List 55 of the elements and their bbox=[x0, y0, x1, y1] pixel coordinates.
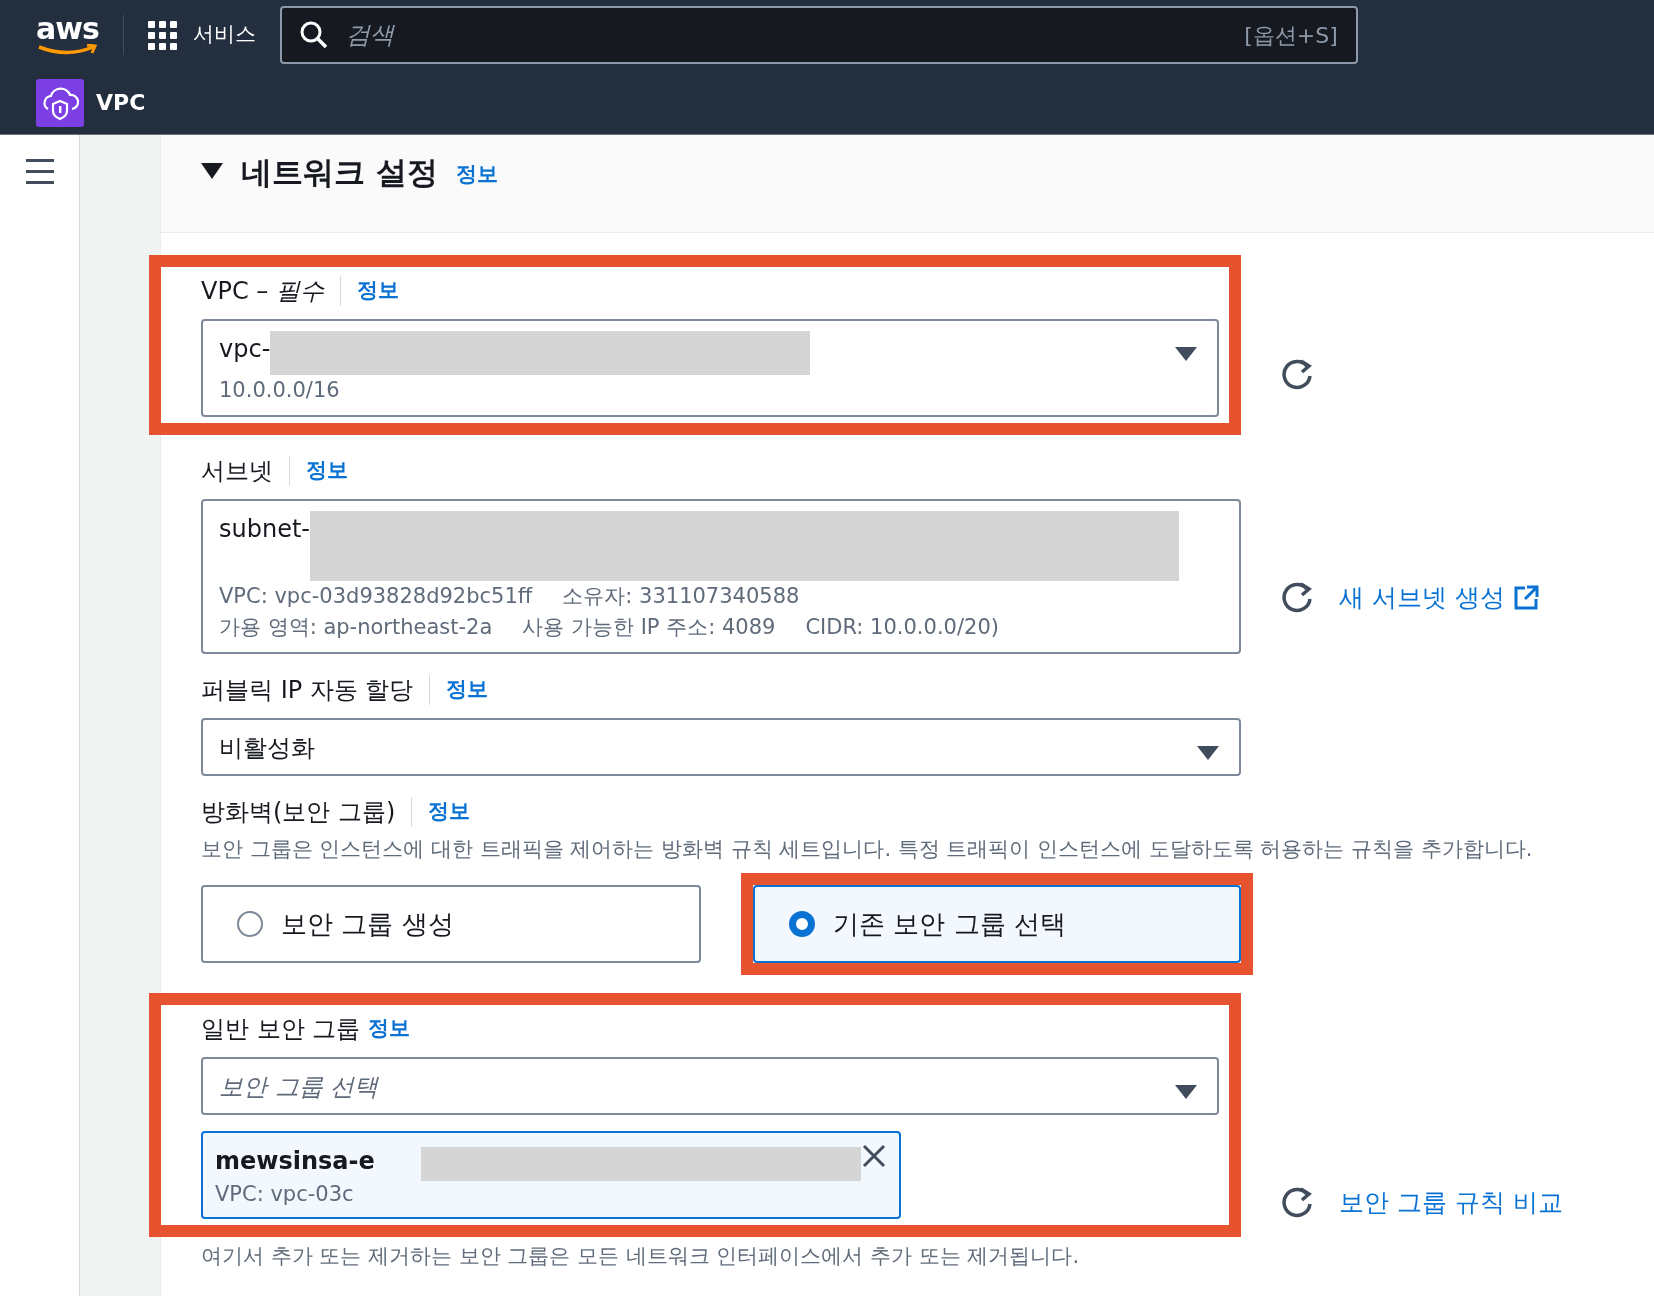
refresh-icon[interactable] bbox=[1281, 357, 1315, 392]
token-detail: VPC: vpc-03c bbox=[215, 1181, 355, 1208]
close-icon[interactable] bbox=[861, 1143, 887, 1169]
radio-button[interactable] bbox=[789, 911, 815, 937]
caret-icon bbox=[1175, 1085, 1197, 1099]
option-detail: 사용 가능한 IP 주소: 4089 bbox=[522, 614, 776, 641]
select-field[interactable]: vpc- 10.0.0.0/16 bbox=[201, 319, 1219, 417]
field-label: 서브넷 bbox=[201, 455, 273, 487]
select-field[interactable]: 보안 그룹 선택 bbox=[201, 1057, 1219, 1115]
field-label: VPC – 필수 bbox=[201, 276, 324, 307]
vpc-service-icon[interactable] bbox=[36, 78, 84, 127]
info-link[interactable]: 정보 bbox=[428, 795, 471, 828]
radio-option-card[interactable]: 기존 보안 그룹 선택 bbox=[753, 885, 1241, 963]
search-icon bbox=[299, 21, 328, 49]
field-label: 방화벽(보안 그룹) bbox=[201, 796, 396, 828]
info-link[interactable]: 정보 bbox=[368, 1013, 411, 1045]
selected-value: 비활성화 bbox=[219, 732, 315, 764]
side-link[interactable]: 새 서브넷 생성 bbox=[1339, 579, 1505, 617]
refresh-icon[interactable] bbox=[1281, 1185, 1315, 1220]
caret-icon bbox=[1175, 347, 1197, 361]
menu-icon[interactable] bbox=[25, 159, 54, 184]
smile-icon bbox=[37, 44, 98, 56]
shortcut-hint: [옵션+S] bbox=[1244, 21, 1338, 50]
aws-logo[interactable]: aws bbox=[36, 14, 99, 56]
selected-value: subnet- bbox=[219, 513, 310, 545]
search-input[interactable]: 검색 bbox=[343, 16, 1229, 54]
select-field[interactable]: subnet- VPC: vpc-03d93828d92bc51ff 소유자: 331107340588 가용 영역: ap-northeast-2a 사용 가능한 IP 주소: 4089 CIDR: 10.0.0.0/20) bbox=[201, 498, 1241, 654]
field-label: 일반 보안 그룹 bbox=[201, 1014, 361, 1045]
option-detail: 10.0.0.0/16 bbox=[219, 377, 340, 404]
refresh-icon[interactable] bbox=[1281, 581, 1315, 615]
radio-option-card[interactable]: 보안 그룹 생성 bbox=[201, 885, 701, 963]
token-name: mewsinsa-e bbox=[215, 1146, 375, 1177]
info-link[interactable]: 정보 bbox=[306, 454, 348, 487]
select-field[interactable]: 비활성화 bbox=[201, 717, 1241, 776]
option-detail: CIDR: 10.0.0.0/20) bbox=[805, 614, 999, 641]
placeholder-text: 보안 그룹 선택 bbox=[219, 1073, 379, 1101]
help-text: 여기서 추가 또는 제거하는 보안 그룹은 모든 네트워크 인터페이스에서 추가 또는 제거됩니다. bbox=[201, 1242, 1081, 1270]
external-link-icon[interactable] bbox=[1512, 585, 1539, 611]
radio-button[interactable] bbox=[237, 911, 263, 937]
search-field[interactable]: 검색 [옵션+S] bbox=[279, 6, 1358, 64]
option-detail: VPC: vpc-03d93828d92bc51ff bbox=[219, 582, 533, 610]
info-link[interactable]: 정보 bbox=[446, 673, 489, 706]
side-link[interactable]: 보안 그룹 규칙 비교 bbox=[1339, 1183, 1563, 1222]
caret-icon bbox=[1197, 745, 1219, 760]
grid-icon[interactable] bbox=[147, 20, 177, 50]
option-detail: 가용 영역: ap-northeast-2a bbox=[219, 614, 493, 641]
info-link[interactable]: 정보 bbox=[455, 159, 498, 191]
service-name[interactable]: VPC bbox=[96, 86, 146, 119]
selected-value: vpc- bbox=[219, 334, 271, 365]
section-title: 네트워크 설정 bbox=[241, 153, 438, 192]
option-detail: 소유자: 331107340588 bbox=[562, 582, 800, 610]
info-link[interactable]: 정보 bbox=[356, 275, 399, 307]
field-label: 퍼블릭 IP 자동 할당 bbox=[201, 674, 414, 706]
help-text: 보안 그룹은 인스턴스에 대한 트래픽을 제어하는 방화벽 규칙 세트입니다. 특정 트래픽이 인스턴스에 도달하도록 허용하는 규칙을 추가합니다. bbox=[201, 835, 1534, 863]
services-link[interactable]: 서비스 bbox=[192, 19, 256, 51]
